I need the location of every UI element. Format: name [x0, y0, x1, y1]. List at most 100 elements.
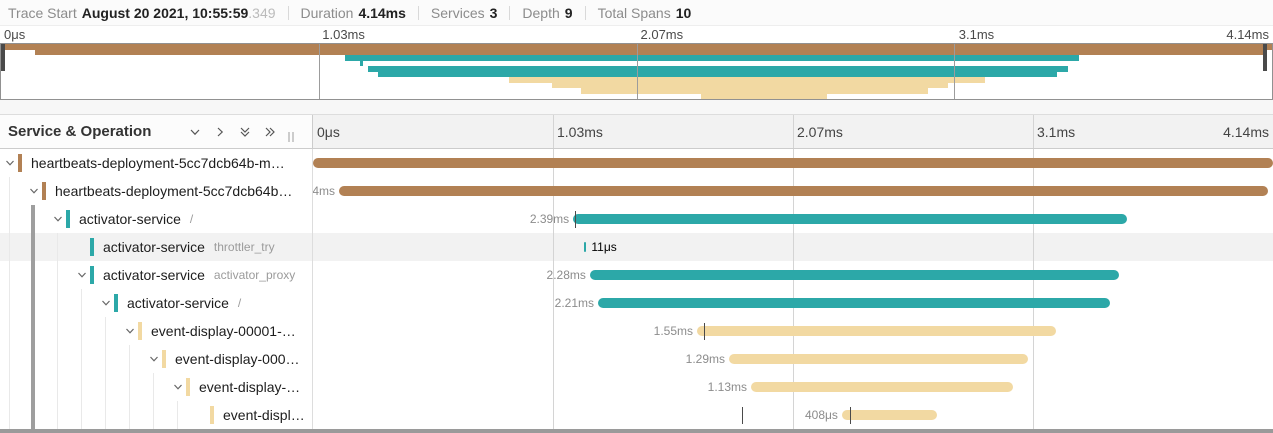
- column-resize-grip[interactable]: [288, 132, 294, 142]
- tick-label: 2.07ms: [797, 124, 843, 140]
- chevron-down-icon[interactable]: [172, 381, 184, 393]
- trace-summary-bar: Trace Start August 20 2021, 10:55:59.349…: [0, 0, 1273, 26]
- double-chevron-down-icon[interactable]: [238, 125, 252, 139]
- span-name-cell[interactable]: activator-service/: [0, 205, 313, 233]
- span-name-cell[interactable]: activator-servicethrottler_try: [0, 233, 313, 261]
- span-name-cell[interactable]: activator-service/: [0, 289, 313, 317]
- divider: [418, 6, 419, 20]
- span-bar[interactable]: [842, 410, 937, 420]
- service-name: event-display-00001-…: [151, 323, 296, 339]
- span-row: activator-service/2.21ms: [0, 289, 1273, 317]
- chevron-down-icon[interactable]: [52, 213, 64, 225]
- service-name: activator-service: [127, 295, 229, 311]
- divider: [288, 6, 289, 20]
- span-name-cell[interactable]: event-display-000…: [0, 345, 313, 373]
- grid-line: [793, 233, 794, 261]
- depth-value: 9: [565, 5, 573, 21]
- grid-line: [553, 317, 554, 345]
- log-marker-tick[interactable]: [850, 407, 851, 424]
- grid-line: [637, 44, 638, 99]
- service-color-chip: [42, 182, 46, 200]
- span-bar[interactable]: [697, 326, 1056, 336]
- span-bar[interactable]: [584, 242, 587, 252]
- service-color-chip: [162, 350, 166, 368]
- span-bar[interactable]: [590, 270, 1119, 280]
- service-color-chip: [90, 238, 94, 256]
- chevron-down-icon[interactable]: [100, 297, 112, 309]
- tick-label: 1.03ms: [557, 124, 603, 140]
- span-name-cell[interactable]: event-display-00001-…: [0, 317, 313, 345]
- divider: [585, 6, 586, 20]
- span-name-cell[interactable]: event-display-…: [0, 373, 313, 401]
- tick-label: 3.1ms: [1037, 124, 1075, 140]
- grid-line: [793, 401, 794, 429]
- span-timeline-cell: 1.29ms: [313, 345, 1273, 373]
- span-row: activator-serviceactivator_proxy 2.28ms: [0, 261, 1273, 289]
- span-name-cell[interactable]: heartbeats-deployment-5cc7dcb64b…: [0, 177, 313, 205]
- minimap-tick-labels: 0μs1.03ms2.07ms3.1ms4.14ms: [0, 26, 1273, 43]
- chevron-down-icon[interactable]: [4, 157, 16, 169]
- tick-label: 0μs: [317, 124, 340, 140]
- duration-label: Duration: [301, 5, 354, 21]
- span-duration-label: 4ms: [313, 184, 335, 198]
- chevron-down-icon[interactable]: [76, 269, 88, 281]
- span-duration-label: 1.13ms: [708, 380, 747, 394]
- double-chevron-right-icon[interactable]: [263, 125, 277, 139]
- span-bar[interactable]: [339, 186, 1268, 196]
- service-name: heartbeats-deployment-5cc7dcb64b…: [55, 183, 292, 199]
- grid-line: [1033, 401, 1034, 429]
- divider: [509, 6, 510, 20]
- trace-minimap[interactable]: [0, 43, 1273, 100]
- service-color-chip: [90, 266, 94, 284]
- span-timeline-cell: 2.39ms: [313, 205, 1273, 233]
- service-name: event-display-…: [199, 379, 300, 395]
- grid-line: [1033, 233, 1034, 261]
- grid-line: [319, 44, 320, 99]
- minimap-left-scrubber-handle[interactable]: [1, 44, 5, 71]
- grid-line: [553, 401, 554, 429]
- chevron-down-icon[interactable]: [188, 125, 202, 139]
- span-timeline-cell: 1.13ms: [313, 373, 1273, 401]
- minimap-right-scrubber-handle[interactable]: [1263, 44, 1267, 71]
- minimap-span-bar: [701, 94, 826, 100]
- span-bar[interactable]: [598, 298, 1110, 308]
- service-color-chip: [210, 406, 214, 424]
- span-row: heartbeats-deployment-5cc7dcb64b… 4ms: [0, 177, 1273, 205]
- span-bar[interactable]: [729, 354, 1028, 364]
- span-bar[interactable]: [313, 158, 1273, 168]
- service-color-chip: [138, 322, 142, 340]
- span-timeline-cell: 2.21ms: [313, 289, 1273, 317]
- tick-label: 3.1ms: [959, 27, 994, 42]
- span-duration-label: 2.28ms: [547, 268, 586, 282]
- span-row: event-display-000… 1.29ms: [0, 345, 1273, 373]
- span-bar[interactable]: [573, 214, 1127, 224]
- chevron-right-icon[interactable]: [213, 125, 227, 139]
- total-spans-value: 10: [676, 5, 692, 21]
- tick-label: 4.14ms: [1226, 27, 1269, 42]
- log-marker-tick[interactable]: [704, 323, 705, 340]
- span-duration-label: 11μs: [591, 240, 616, 254]
- grid-line: [553, 233, 554, 261]
- log-marker-tick[interactable]: [575, 211, 576, 228]
- grid-line: [553, 345, 554, 373]
- operation-name: /: [190, 212, 193, 226]
- log-marker-tick[interactable]: [742, 407, 743, 424]
- grid-line: [793, 115, 794, 148]
- tick-label: 4.14ms: [1223, 124, 1269, 140]
- span-row: event-display-00001-…1.55ms: [0, 317, 1273, 345]
- span-bar[interactable]: [751, 382, 1013, 392]
- total-spans-label: Total Spans: [598, 5, 671, 21]
- span-name-cell[interactable]: event-displ…: [0, 401, 313, 429]
- service-name: event-displ…: [223, 407, 305, 423]
- span-duration-label: 1.29ms: [686, 352, 725, 366]
- span-name-cell[interactable]: heartbeats-deployment-5cc7dcb64b-m…: [0, 149, 313, 177]
- service-operation-title: Service & Operation: [8, 123, 151, 140]
- duration-value: 4.14ms: [358, 5, 405, 21]
- grid-line: [1033, 115, 1034, 148]
- chevron-down-icon[interactable]: [148, 353, 160, 365]
- chevron-down-icon[interactable]: [124, 325, 136, 337]
- chevron-down-icon[interactable]: [28, 185, 40, 197]
- trace-start-fraction: .349: [248, 5, 275, 21]
- span-name-cell[interactable]: activator-serviceactivator_proxy: [0, 261, 313, 289]
- service-name: heartbeats-deployment-5cc7dcb64b-m…: [31, 155, 285, 171]
